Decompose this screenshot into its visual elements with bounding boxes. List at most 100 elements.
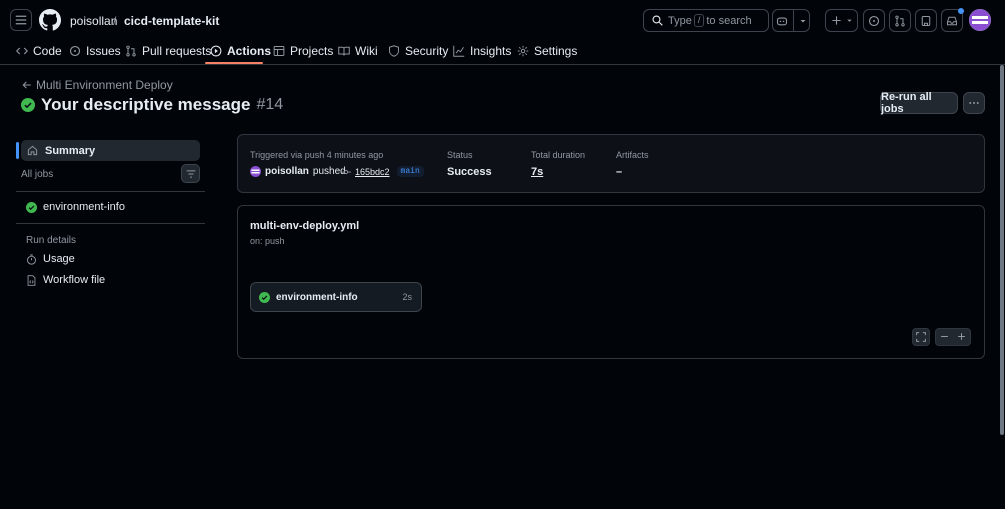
filter-icon	[186, 169, 195, 178]
artifacts-label: Artifacts	[616, 150, 649, 160]
all-jobs-heading: All jobs	[21, 169, 54, 180]
search-placeholder-pre: Type	[668, 14, 692, 27]
run-number: #14	[256, 96, 284, 113]
tab-label: Pull requests	[142, 43, 212, 58]
user-avatar-icon	[969, 9, 991, 31]
issue-icon	[868, 15, 880, 26]
more-options-button[interactable]	[963, 92, 985, 114]
search-input[interactable]: Type / to search	[643, 9, 769, 32]
fullscreen-button[interactable]	[912, 328, 930, 346]
pull-requests-button[interactable]	[889, 9, 911, 32]
job-node-duration: 2s	[402, 292, 412, 302]
back-link[interactable]: Multi Environment Deploy	[22, 78, 173, 92]
active-tab-indicator	[205, 62, 263, 64]
workflow-name: Multi Environment Deploy	[36, 78, 173, 92]
sidebar-item-label: environment-info	[43, 201, 125, 213]
projects-button[interactable]	[915, 9, 937, 32]
scrollbar-thumb[interactable]	[1000, 65, 1004, 435]
issue-icon	[69, 45, 81, 56]
tab-issues[interactable]: Issues	[69, 36, 121, 65]
tab-security[interactable]: Security	[388, 36, 448, 65]
active-nav-indicator	[16, 142, 19, 159]
inbox-icon	[947, 16, 957, 25]
breadcrumb-owner[interactable]: poisollan	[70, 14, 117, 28]
zoom-out-button[interactable]	[936, 330, 953, 344]
job-node-label: environment-info	[276, 291, 358, 303]
search-placeholder-post: to search	[706, 14, 752, 27]
filter-jobs-button[interactable]	[181, 164, 200, 183]
tab-label: Actions	[227, 43, 272, 58]
fullscreen-icon	[916, 332, 926, 342]
table-icon	[273, 45, 285, 56]
tab-actions[interactable]: Actions	[210, 36, 271, 65]
sidebar-item-summary[interactable]: Summary	[21, 140, 200, 161]
user-avatar-icon	[250, 166, 261, 177]
status-value: Success	[447, 166, 492, 178]
breadcrumb-repo[interactable]: cicd-template-kit	[124, 14, 219, 28]
push-info: poisollan pushed	[250, 166, 346, 177]
tab-wiki[interactable]: Wiki	[338, 36, 378, 65]
repo-icon	[921, 15, 931, 26]
workflow-trigger: on: push	[250, 236, 285, 246]
zoom-in-button[interactable]	[953, 330, 970, 344]
sidebar-item-workflow-file[interactable]: Workflow file	[26, 274, 105, 286]
create-new-button[interactable]	[825, 9, 858, 32]
search-icon	[652, 15, 663, 26]
file-code-icon	[27, 274, 36, 286]
stopwatch-icon	[27, 254, 36, 265]
avatar[interactable]	[969, 9, 991, 31]
code-icon	[16, 47, 28, 54]
tab-projects[interactable]: Projects	[273, 36, 333, 65]
run-summary-card	[237, 134, 985, 193]
check-circle-icon	[26, 201, 37, 213]
tab-pull-requests[interactable]: Pull requests	[125, 36, 211, 65]
sidebar-item-label: Summary	[45, 144, 96, 157]
kebab-horizontal-icon	[969, 102, 979, 104]
rerun-all-jobs-button[interactable]: Re-run all jobs	[880, 91, 958, 115]
copilot-icon	[776, 16, 787, 25]
shield-icon	[389, 44, 399, 57]
page-title: Your descriptive message #14	[21, 95, 283, 115]
plus-icon	[958, 333, 965, 340]
tab-label: Code	[33, 43, 62, 58]
tab-settings[interactable]: Settings	[517, 36, 577, 65]
status-label: Status	[447, 150, 473, 160]
artifacts-value: –	[616, 166, 623, 178]
chevron-down-icon	[846, 19, 852, 22]
graph-icon	[453, 45, 465, 57]
arrow-left-icon	[22, 81, 31, 89]
home-icon	[27, 145, 38, 156]
book-icon	[338, 46, 350, 56]
tab-label: Issues	[86, 43, 121, 58]
inbox-button[interactable]	[941, 8, 964, 32]
branch-badge[interactable]: main	[396, 166, 424, 177]
chevron-down-icon	[800, 19, 805, 22]
menu-button[interactable]	[10, 9, 32, 31]
hamburger-icon	[15, 15, 27, 25]
github-logo-icon[interactable]	[39, 9, 62, 31]
commit-sha-link[interactable]: 165bdc2	[355, 167, 390, 177]
duration-value[interactable]: 7s	[531, 166, 543, 178]
actor-link[interactable]: poisollan	[265, 166, 309, 177]
workflow-file-name: multi-env-deploy.yml	[250, 220, 360, 232]
pull-request-icon	[895, 15, 905, 26]
search-shortcut-key: /	[693, 14, 705, 27]
tab-label: Wiki	[355, 43, 378, 58]
tab-code[interactable]: Code	[16, 36, 62, 65]
page-scrollbar[interactable]	[999, 65, 1005, 509]
copilot-button[interactable]	[772, 9, 810, 32]
divider	[16, 223, 205, 224]
zoom-controls	[935, 328, 971, 346]
global-header: poisollan / cicd-template-kit Type / to …	[0, 0, 1005, 65]
issues-button[interactable]	[863, 9, 885, 32]
sidebar-item-usage[interactable]: Usage	[26, 253, 75, 265]
run-title: Your descriptive message	[41, 95, 251, 114]
gear-icon	[517, 45, 529, 56]
sidebar-item-job[interactable]: environment-info	[26, 201, 125, 213]
notification-dot	[958, 8, 964, 14]
job-node[interactable]: environment-info 2s	[250, 282, 422, 312]
check-circle-icon	[259, 291, 270, 303]
divider	[16, 191, 205, 192]
plus-icon	[831, 16, 841, 25]
tab-insights[interactable]: Insights	[453, 36, 511, 65]
